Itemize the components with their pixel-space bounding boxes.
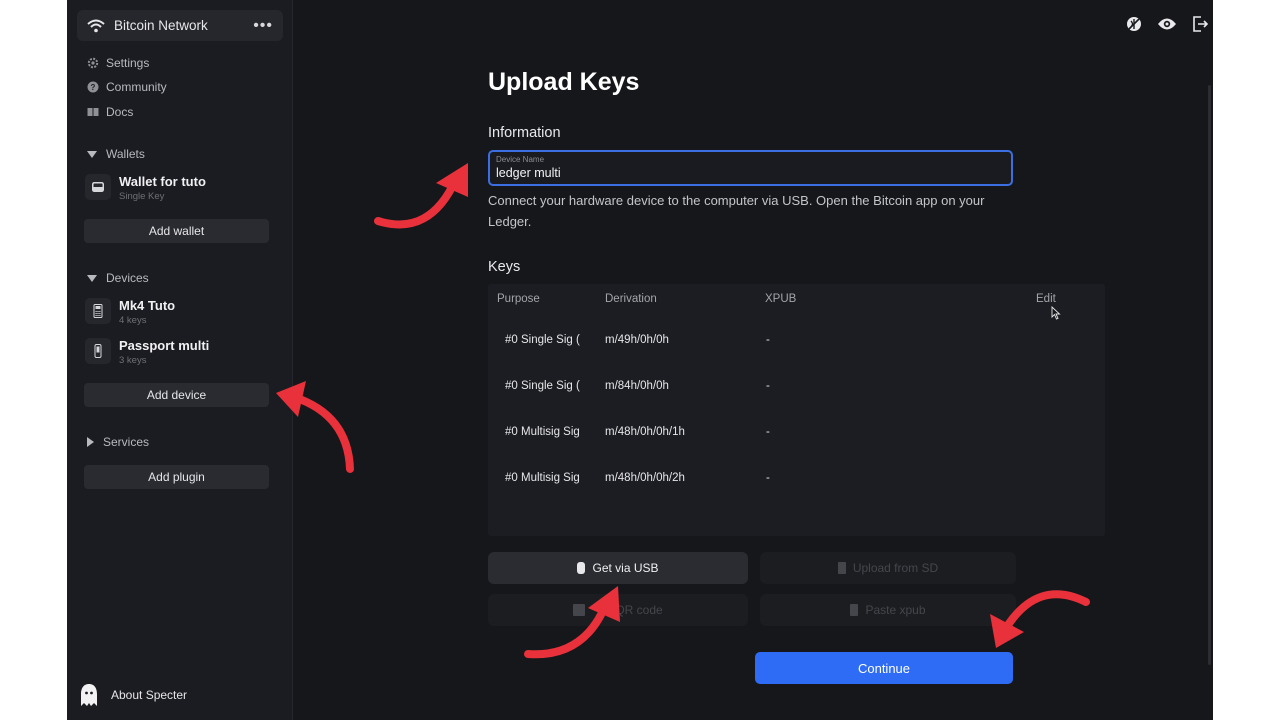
device-item-mk4[interactable]: Mk4 Tuto 4 keys [85, 298, 175, 326]
passport-icon [85, 338, 111, 364]
add-plugin-button[interactable]: Add plugin [84, 465, 269, 489]
get-via-usb-button[interactable]: Get via USB [488, 552, 748, 584]
connect-instructions: Connect your hardware device to the comp… [488, 193, 985, 229]
upload-from-sd-button[interactable]: Upload from SD [760, 552, 1016, 584]
devices-section-toggle[interactable]: Devices [87, 271, 149, 285]
button-label: Upload from SD [852, 561, 939, 575]
clipboard-icon [850, 604, 859, 616]
scrollbar[interactable] [1208, 85, 1211, 665]
add-wallet-button[interactable]: Add wallet [84, 219, 269, 243]
coldcard-icon [85, 298, 111, 324]
device-name: Mk4 Tuto [119, 298, 176, 313]
chevron-down-icon [87, 150, 97, 158]
wallets-section-toggle[interactable]: Wallets [87, 147, 145, 161]
wifi-icon [87, 19, 105, 32]
top-toolbar [1124, 14, 1213, 34]
row-purpose: #0 Single Sig ( [505, 380, 580, 392]
sidebar-item-docs[interactable]: Docs [87, 105, 133, 119]
page-title: Upload Keys [488, 68, 640, 96]
paste-xpub-button[interactable]: Paste xpub [760, 594, 1016, 626]
column-header-xpub: XPUB [765, 293, 797, 305]
device-keys-count: 3 keys [119, 355, 147, 366]
wallet-icon [85, 174, 111, 200]
button-label: Get via USB [592, 561, 659, 575]
wallet-item[interactable]: Wallet for tuto Single Key [85, 174, 206, 202]
information-heading: Information [488, 125, 561, 141]
section-title: Services [103, 435, 150, 449]
about-label: About Specter [111, 688, 188, 702]
svg-text:?: ? [91, 83, 96, 92]
book-icon [87, 108, 99, 116]
keys-heading: Keys [488, 259, 521, 275]
row-xpub: - [766, 334, 770, 346]
column-header-edit: Edit [1036, 293, 1056, 305]
chevron-right-icon [87, 437, 94, 447]
section-title: Devices [106, 271, 149, 285]
row-purpose: #0 Single Sig ( [505, 334, 580, 346]
logout-icon[interactable] [1190, 14, 1210, 34]
qr-code-button[interactable]: QR code [488, 594, 748, 626]
device-name-input[interactable] [496, 166, 1005, 180]
row-derivation: m/48h/0h/0h/1h [605, 426, 685, 438]
tor-off-icon[interactable] [1124, 14, 1144, 34]
row-derivation: m/48h/0h/0h/2h [605, 472, 685, 484]
row-purpose: #0 Multisig Sig [505, 472, 580, 484]
section-title: Wallets [106, 147, 145, 161]
device-keys-count: 4 keys [119, 315, 147, 326]
add-device-button[interactable]: Add device [84, 383, 269, 407]
sidebar-item-label: Community [106, 80, 167, 94]
gear-icon [87, 57, 99, 69]
about-specter-link[interactable]: About Specter [77, 682, 187, 708]
ghost-icon [81, 684, 97, 706]
device-name: Passport multi [119, 338, 210, 353]
column-header-purpose: Purpose [497, 293, 540, 305]
sidebar: Bitcoin Network ••• Settings ? Community… [67, 0, 293, 720]
wallet-type: Single Key [119, 191, 165, 202]
more-options-icon[interactable]: ••• [253, 17, 273, 35]
question-icon: ? [87, 81, 99, 93]
mouse-cursor-icon [1051, 306, 1061, 320]
continue-button[interactable]: Continue [755, 652, 1013, 684]
row-xpub: - [766, 380, 770, 392]
button-label: Paste xpub [865, 603, 926, 617]
chevron-down-icon [87, 274, 97, 282]
main-content: Upload Keys Information Device Name Conn… [294, 0, 1213, 720]
keys-table: Purpose Derivation XPUB Edit #0 Single S… [488, 284, 1105, 536]
sidebar-item-community[interactable]: ? Community [87, 80, 167, 94]
app-window: Bitcoin Network ••• Settings ? Community… [67, 0, 1213, 720]
sidebar-item-label: Docs [106, 105, 134, 119]
network-selector[interactable]: Bitcoin Network ••• [77, 10, 283, 41]
device-name-field[interactable]: Device Name [488, 150, 1013, 186]
button-label: QR code [615, 603, 663, 617]
sidebar-item-label: Settings [106, 56, 150, 70]
sidebar-item-settings[interactable]: Settings [87, 56, 149, 70]
device-name-label: Device Name [496, 155, 545, 164]
row-purpose: #0 Multisig Sig [505, 426, 580, 438]
row-derivation: m/84h/0h/0h [605, 380, 669, 392]
column-header-derivation: Derivation [605, 293, 657, 305]
row-xpub: - [766, 472, 770, 484]
eye-icon[interactable] [1157, 14, 1177, 34]
sd-card-icon [837, 562, 846, 574]
row-xpub: - [766, 426, 770, 438]
row-derivation: m/49h/0h/0h [605, 334, 669, 346]
usb-icon [577, 562, 586, 574]
services-section-toggle[interactable]: Services [87, 435, 149, 449]
network-name: Bitcoin Network [114, 18, 208, 33]
wallet-name: Wallet for tuto [119, 174, 206, 189]
device-item-passport[interactable]: Passport multi 3 keys [85, 338, 209, 366]
qr-code-icon [573, 604, 586, 616]
